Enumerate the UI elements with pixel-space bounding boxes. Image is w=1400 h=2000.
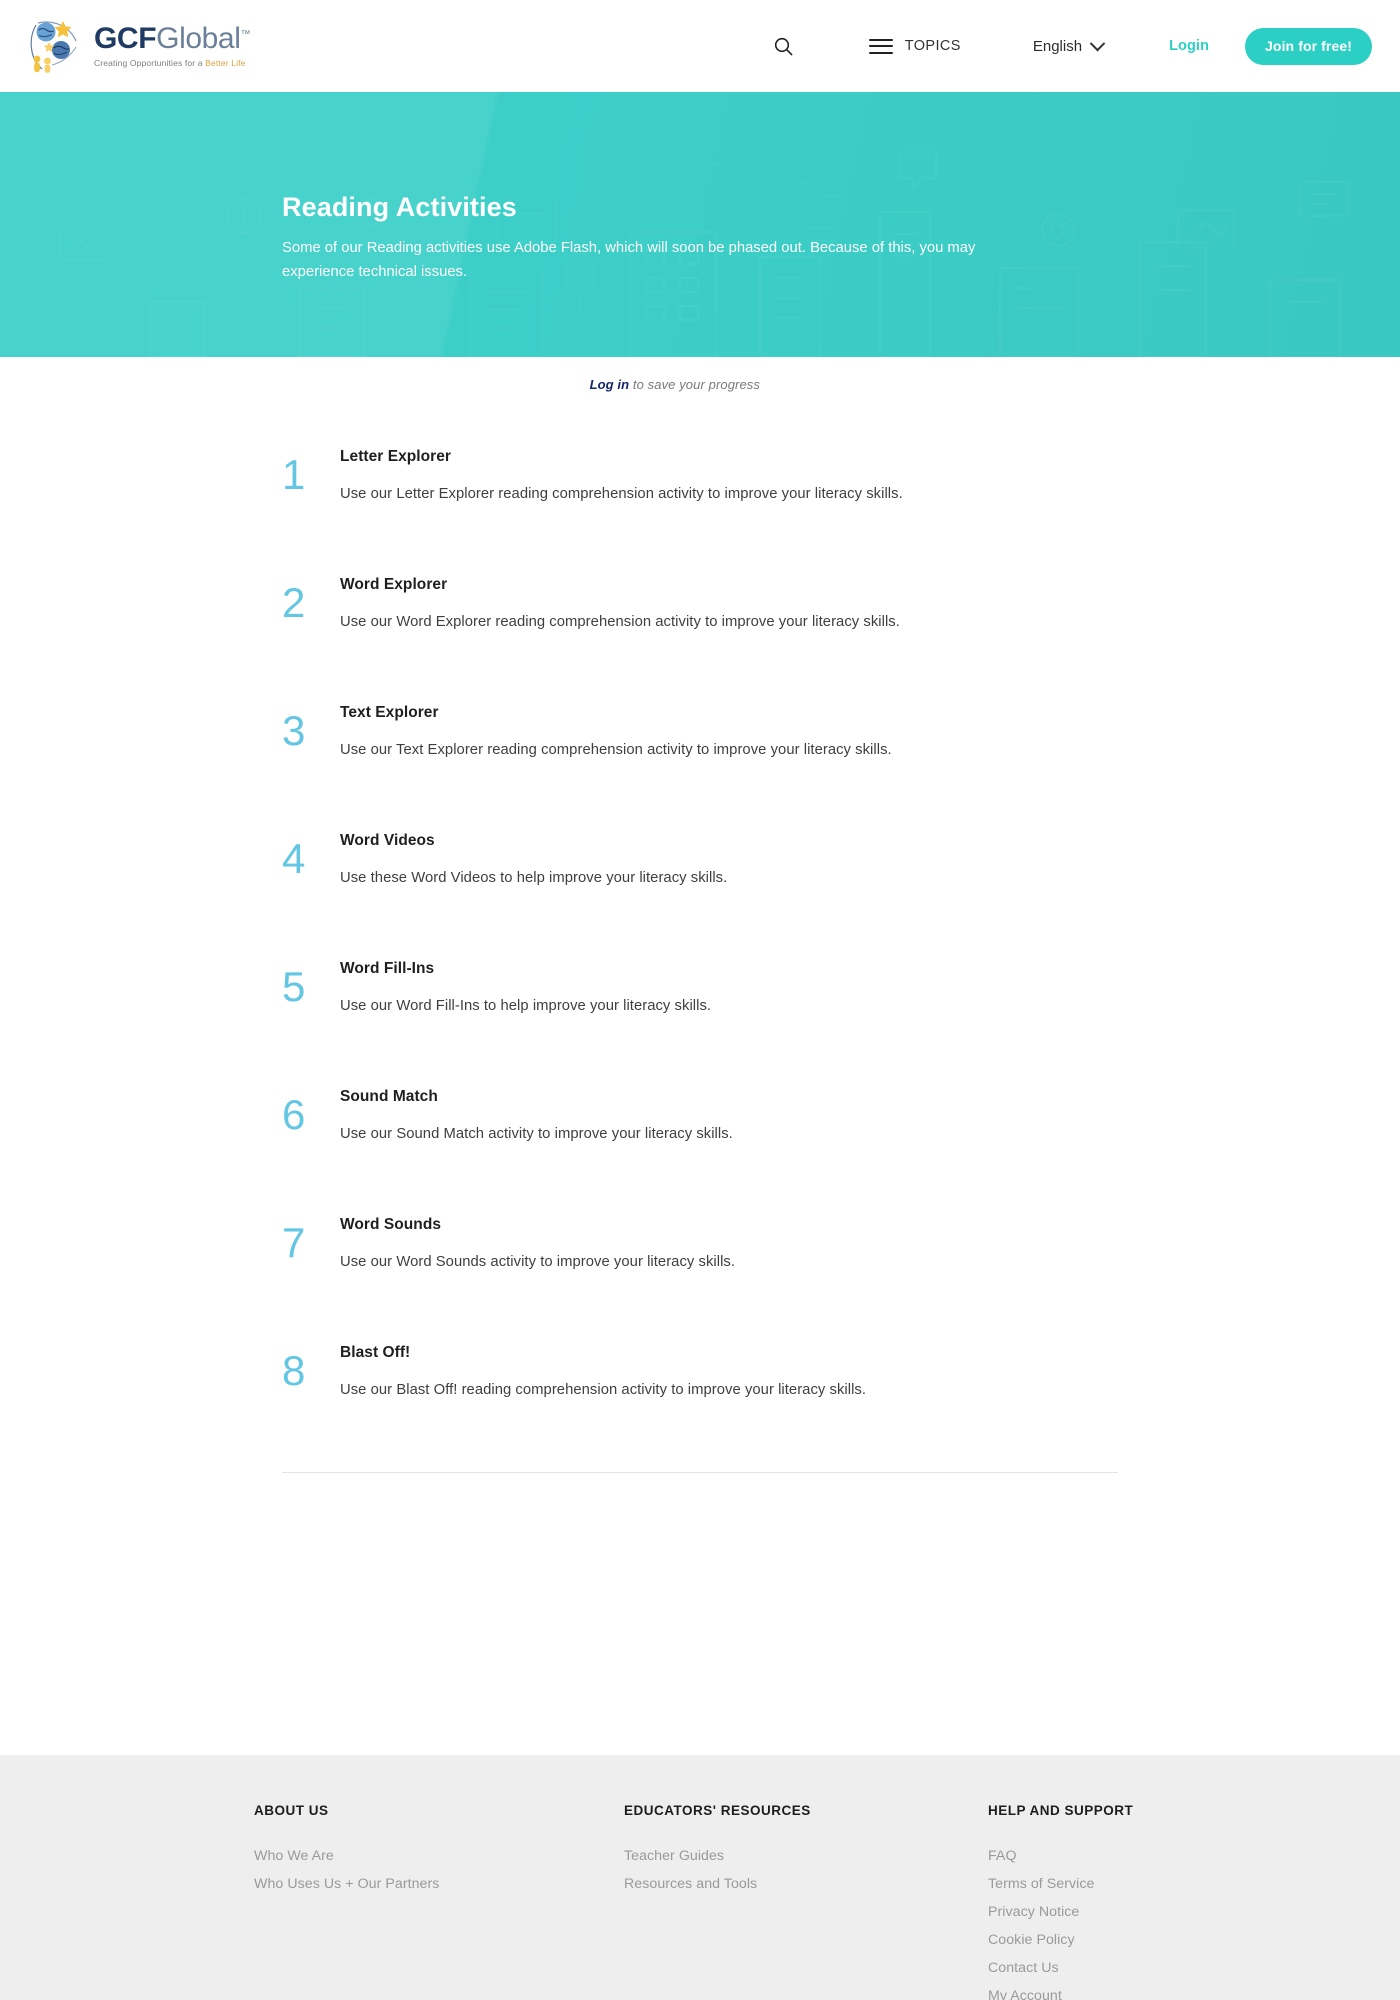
- list-item: 3 Text Explorer Use our Text Explorer read…: [0, 704, 1400, 784]
- language-selector[interactable]: English: [1032, 35, 1106, 55]
- footer-link[interactable]: Contact Us: [988, 1960, 1318, 1976]
- footer-link[interactable]: My Account: [988, 1988, 1318, 2000]
- site-header: GCFGlobal™ Creating Opportunities for a …: [0, 0, 1400, 92]
- activity-number: 2: [282, 579, 306, 626]
- activity-description: Use our Text Explorer reading comprehens…: [340, 742, 892, 758]
- activity-title-link[interactable]: Blast Off!: [340, 1344, 1140, 1362]
- activity-number: 1: [282, 451, 306, 498]
- activity-number: 7: [282, 1219, 306, 1266]
- search-icon: [775, 37, 793, 55]
- activity-title-link[interactable]: Word Fill-Ins: [340, 960, 1140, 978]
- activity-title-link[interactable]: Word Sounds: [340, 1216, 1140, 1234]
- activity-description: Use our Blast Off! reading comprehension…: [340, 1382, 867, 1398]
- activity-list: 1 Letter Explorer Use our Letter Explorer …: [0, 392, 1400, 1424]
- activity-body: Word Sounds Use our Word Sounds activity …: [340, 1216, 1140, 1273]
- logo-wordmark-bold: GCF: [94, 22, 157, 56]
- hamburger-menu-icon: [868, 38, 893, 54]
- login-note-link[interactable]: Log in: [590, 377, 630, 392]
- activity-description: Use these Word Videos to help improve yo…: [340, 870, 728, 886]
- footer-heading: HELP AND SUPPORT: [988, 1803, 1134, 1818]
- activity-number: 6: [282, 1091, 306, 1138]
- activity-body: Sound Match Use our Sound Match activity …: [340, 1088, 1140, 1145]
- header-nav: TOPICS English Login Join for free!: [755, 27, 1372, 65]
- logo-wordmark: GCFGlobal™: [94, 24, 250, 54]
- activity-number: 5: [282, 963, 306, 1010]
- list-item: 2 Word Explorer Use our Word Explorer read…: [0, 576, 1400, 656]
- logo-tagline-prefix: Creating Opportunities for a: [94, 58, 206, 69]
- logo-tagline-accent: Better Life: [205, 58, 246, 69]
- activity-description: Use our Sound Match activity to improve …: [340, 1126, 733, 1142]
- activity-body: Letter Explorer Use our Letter Explorer r…: [340, 448, 1140, 505]
- list-item: 7 Word Sounds Use our Word Sounds activity…: [0, 1216, 1400, 1296]
- activity-body: Word Videos Use these Word Videos to help…: [340, 832, 1140, 889]
- page-title: Reading Activities: [282, 192, 517, 222]
- footer-link[interactable]: Who We Are: [254, 1848, 624, 1864]
- site-logo[interactable]: GCFGlobal™ Creating Opportunities for a …: [26, 17, 250, 75]
- footer-link[interactable]: Privacy Notice: [988, 1904, 1318, 1920]
- search-button[interactable]: [755, 37, 813, 56]
- activity-description: Use our Word Explorer reading comprehens…: [340, 614, 900, 630]
- activity-title-link[interactable]: Word Explorer: [340, 576, 1140, 594]
- footer-link-list: FAQ Terms of Service Privacy Notice Cookie …: [988, 1848, 1318, 2000]
- site-footer: ABOUT US Who We Are Who Uses Us + Our Part…: [0, 1755, 1400, 2000]
- footer-link-list: Teacher Guides Resources and Tools: [624, 1848, 988, 1892]
- activity-number: 8: [282, 1347, 306, 1394]
- list-item: 4 Word Videos Use these Word Videos to hel…: [0, 832, 1400, 912]
- logo-wordmark-light: Global: [156, 22, 241, 56]
- footer-heading: EDUCATORS' RESOURCES: [624, 1803, 811, 1818]
- language-label: English: [1032, 37, 1083, 55]
- activity-description: Use our Letter Explorer reading comprehe…: [340, 486, 903, 502]
- join-for-free-button[interactable]: Join for free!: [1245, 27, 1372, 65]
- footer-link[interactable]: Terms of Service: [988, 1876, 1318, 1892]
- footer-column: ABOUT US Who We Are Who Uses Us + Our Part…: [254, 1803, 624, 2000]
- activity-number: 3: [282, 707, 306, 754]
- hero-banner: Reading Activities Some of our Reading a…: [0, 92, 1400, 357]
- logo-trademark: ™: [240, 29, 251, 41]
- activity-body: Text Explorer Use our Text Explorer readi…: [340, 704, 1140, 761]
- footer-link-list: Who We Are Who Uses Us + Our Partners: [254, 1848, 624, 1892]
- footer-link[interactable]: FAQ: [988, 1848, 1318, 1864]
- activity-body: Blast Off! Use our Blast Off! reading com…: [340, 1344, 1140, 1401]
- main-content: Log in to save your progress 1 Letter Exp…: [0, 357, 1400, 1783]
- activity-number: 4: [282, 835, 306, 882]
- activity-title-link[interactable]: Text Explorer: [340, 704, 1140, 722]
- activity-title-link[interactable]: Word Videos: [340, 832, 1140, 850]
- activity-body: Word Fill-Ins Use our Word Fill-Ins to he…: [340, 960, 1140, 1017]
- activity-description: Use our Word Sounds activity to improve …: [340, 1254, 736, 1270]
- page-root: GCFGlobal™ Creating Opportunities for a …: [0, 0, 1400, 2000]
- footer-link[interactable]: Who Uses Us + Our Partners: [254, 1876, 624, 1892]
- login-link[interactable]: Login: [1169, 38, 1209, 54]
- chevron-down-icon: [1089, 35, 1106, 51]
- list-item: 6 Sound Match Use our Sound Match activity…: [0, 1088, 1400, 1168]
- list-item: 8 Blast Off! Use our Blast Off! reading co…: [0, 1344, 1400, 1424]
- activity-body: Word Explorer Use our Word Explorer readi…: [340, 576, 1140, 633]
- hero-subtitle: Some of our Reading activities use Adobe…: [282, 240, 976, 280]
- list-item: 5 Word Fill-Ins Use our Word Fill-Ins to h…: [0, 960, 1400, 1040]
- list-item: 1 Letter Explorer Use our Letter Explorer …: [0, 448, 1400, 528]
- footer-heading: ABOUT US: [254, 1803, 329, 1818]
- topics-label: TOPICS: [904, 38, 961, 54]
- logo-tagline: Creating Opportunities for a Better Life: [94, 59, 250, 68]
- hero-content: Reading Activities Some of our Reading a…: [282, 192, 1042, 285]
- footer-link[interactable]: Teacher Guides: [624, 1848, 988, 1864]
- footer-link[interactable]: Cookie Policy: [988, 1932, 1318, 1948]
- logo-text: GCFGlobal™ Creating Opportunities for a …: [94, 24, 250, 68]
- footer-columns: ABOUT US Who We Are Who Uses Us + Our Part…: [0, 1803, 1400, 2000]
- activity-title-link[interactable]: Letter Explorer: [340, 448, 1140, 466]
- login-note-text: to save your progress: [629, 377, 760, 392]
- gcf-globe-people-logo-icon: [26, 17, 84, 75]
- footer-column: HELP AND SUPPORT FAQ Terms of Service Priva…: [988, 1803, 1318, 2000]
- activity-title-link[interactable]: Sound Match: [340, 1088, 1140, 1106]
- activity-description: Use our Word Fill-Ins to help improve yo…: [340, 998, 712, 1014]
- footer-link[interactable]: Resources and Tools: [624, 1876, 988, 1892]
- footer-column: EDUCATORS' RESOURCES Teacher Guides Resour…: [624, 1803, 988, 2000]
- topics-menu-button[interactable]: TOPICS: [868, 38, 961, 54]
- login-save-progress-note: Log in to save your progress: [0, 357, 1400, 392]
